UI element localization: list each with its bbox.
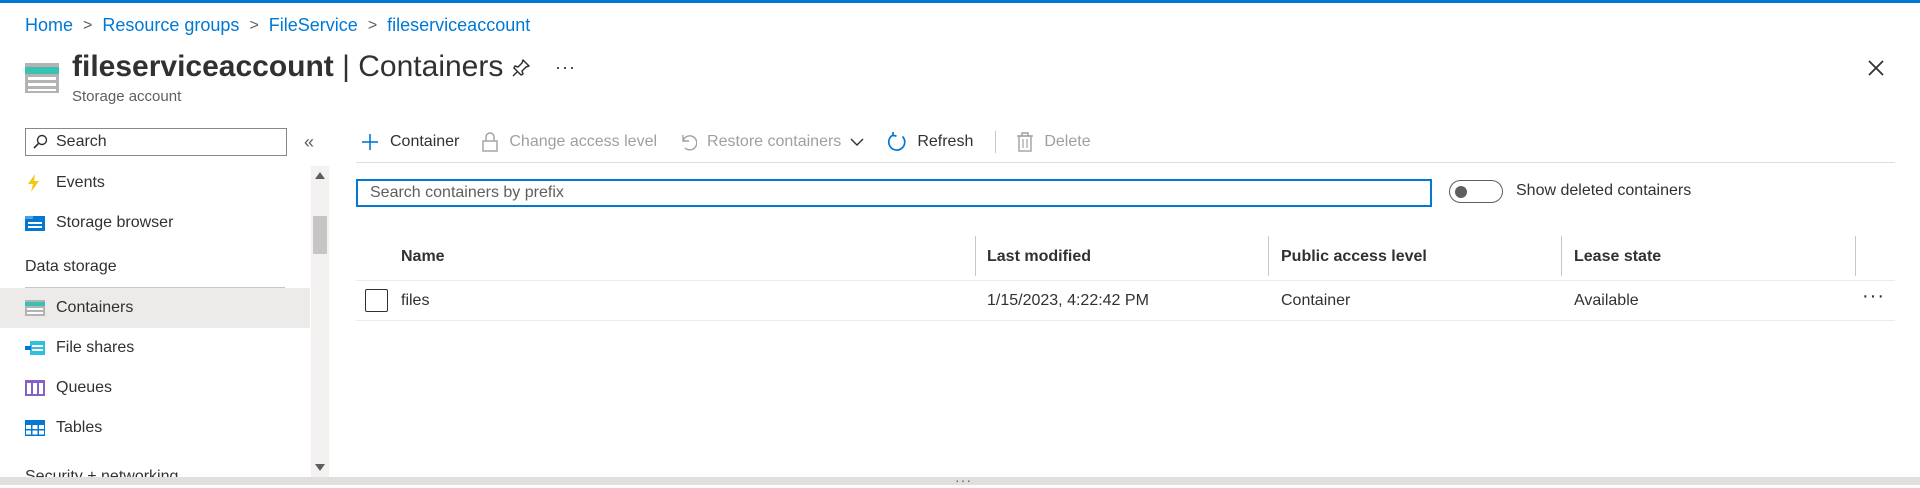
refresh-icon xyxy=(888,132,906,151)
close-icon[interactable] xyxy=(1866,58,1886,78)
column-header-name[interactable]: Name xyxy=(401,248,445,266)
sidebar-item-containers[interactable]: Containers xyxy=(0,288,310,328)
top-accent-line xyxy=(0,0,1920,3)
column-header-lease-state[interactable]: Lease state xyxy=(1574,248,1661,266)
breadcrumb-separator: > xyxy=(83,16,93,34)
sidebar-section-data-storage: Data storage xyxy=(25,258,117,275)
sidebar-item-label: Containers xyxy=(56,299,134,316)
breadcrumb-separator: > xyxy=(367,16,378,34)
table-row-divider xyxy=(356,320,1895,321)
pin-icon[interactable] xyxy=(511,58,531,78)
storage-account-icon xyxy=(25,63,59,93)
column-header-public-access[interactable]: Public access level xyxy=(1281,248,1427,266)
collapse-sidebar-icon[interactable]: « xyxy=(304,132,314,153)
change-access-level-label: Change access level xyxy=(509,133,658,150)
restore-containers-button[interactable]: Restore containers xyxy=(679,132,865,152)
command-bar: Container Change access level Restore co… xyxy=(360,127,1113,157)
plus-icon xyxy=(362,134,378,150)
file-shares-icon xyxy=(25,341,45,355)
breadcrumb-fileservice[interactable]: FileService xyxy=(269,15,358,36)
breadcrumb-separator: > xyxy=(249,16,259,34)
lightning-icon xyxy=(28,174,39,192)
breadcrumb-home[interactable]: Home xyxy=(25,15,73,36)
change-access-level-button[interactable]: Change access level xyxy=(481,132,657,152)
delete-label: Delete xyxy=(1044,133,1091,150)
cell-lease-state: Available xyxy=(1574,292,1639,309)
sidebar-scrollbar[interactable] xyxy=(311,166,329,477)
cell-public-access: Container xyxy=(1281,292,1351,309)
scroll-thumb[interactable] xyxy=(313,216,327,254)
breadcrumb-fileserviceaccount[interactable]: fileserviceaccount xyxy=(387,15,530,36)
splitter-grip-icon[interactable]: ··· xyxy=(955,472,972,488)
toolbar-divider-line xyxy=(356,162,1895,163)
add-container-button[interactable]: Container xyxy=(360,132,459,152)
sidebar-menu: Events Storage browser Data storage Cont… xyxy=(0,163,310,477)
more-options-icon[interactable]: ··· xyxy=(555,57,576,78)
sidebar-item-label: Storage browser xyxy=(56,214,174,231)
breadcrumb-resource-groups[interactable]: Resource groups xyxy=(102,15,239,36)
toolbar-divider xyxy=(995,131,997,153)
restore-containers-label: Restore containers xyxy=(707,133,842,150)
column-resize-handle[interactable] xyxy=(1561,236,1562,276)
column-resize-handle[interactable] xyxy=(1855,236,1856,276)
trash-icon xyxy=(1017,132,1034,152)
page-title-blade: | Containers xyxy=(333,50,504,83)
show-deleted-toggle[interactable] xyxy=(1449,180,1503,203)
refresh-button[interactable]: Refresh xyxy=(887,132,973,152)
sidebar-item-events[interactable]: Events xyxy=(0,163,310,203)
column-header-last-modified[interactable]: Last modified xyxy=(987,248,1091,266)
add-container-label: Container xyxy=(390,133,460,150)
row-more-options-icon[interactable]: ··· xyxy=(1862,285,1885,308)
sidebar-item-label: File shares xyxy=(56,339,135,356)
scroll-down-arrow-icon[interactable] xyxy=(315,464,325,471)
chevron-down-icon xyxy=(850,138,864,146)
sidebar-search-input[interactable] xyxy=(54,132,274,152)
sidebar-item-label: Tables xyxy=(56,419,103,436)
sidebar-item-queues[interactable]: Queues xyxy=(0,368,310,408)
storage-browser-icon xyxy=(25,216,45,231)
tables-icon xyxy=(25,420,45,436)
queues-icon xyxy=(25,380,45,396)
show-deleted-label: Show deleted containers xyxy=(1516,182,1692,199)
sidebar-item-storage-browser[interactable]: Storage browser xyxy=(0,203,310,243)
cell-last-modified: 1/15/2023, 4:22:42 PM xyxy=(987,292,1149,309)
sidebar-item-label: Queues xyxy=(56,379,113,396)
sidebar-section-security: Security + networking xyxy=(25,468,179,477)
sidebar-item-tables[interactable]: Tables xyxy=(0,408,310,448)
sidebar-item-file-shares[interactable]: File shares xyxy=(0,328,310,368)
scroll-up-arrow-icon[interactable] xyxy=(315,172,325,179)
container-search-box xyxy=(356,179,1432,207)
column-resize-handle[interactable] xyxy=(975,236,976,276)
row-select-checkbox[interactable] xyxy=(365,289,388,312)
delete-button[interactable]: Delete xyxy=(1016,132,1091,152)
page-title: fileserviceaccount | Containers xyxy=(72,50,503,84)
table-header-divider xyxy=(356,280,1895,281)
containers-icon xyxy=(25,300,45,316)
search-icon xyxy=(33,134,48,149)
page-subtitle: Storage account xyxy=(72,88,182,105)
container-name-link[interactable]: files xyxy=(401,292,429,310)
refresh-label: Refresh xyxy=(917,133,974,150)
page-title-resource: fileserviceaccount xyxy=(72,50,334,83)
toggle-knob xyxy=(1455,186,1467,198)
breadcrumb: Home > Resource groups > FileService > f… xyxy=(25,15,530,36)
column-resize-handle[interactable] xyxy=(1268,236,1269,276)
container-search-input[interactable] xyxy=(368,183,1430,203)
lock-icon xyxy=(482,132,499,152)
undo-icon xyxy=(682,135,698,151)
sidebar-search-box xyxy=(25,128,287,156)
sidebar-item-label: Events xyxy=(56,174,105,191)
